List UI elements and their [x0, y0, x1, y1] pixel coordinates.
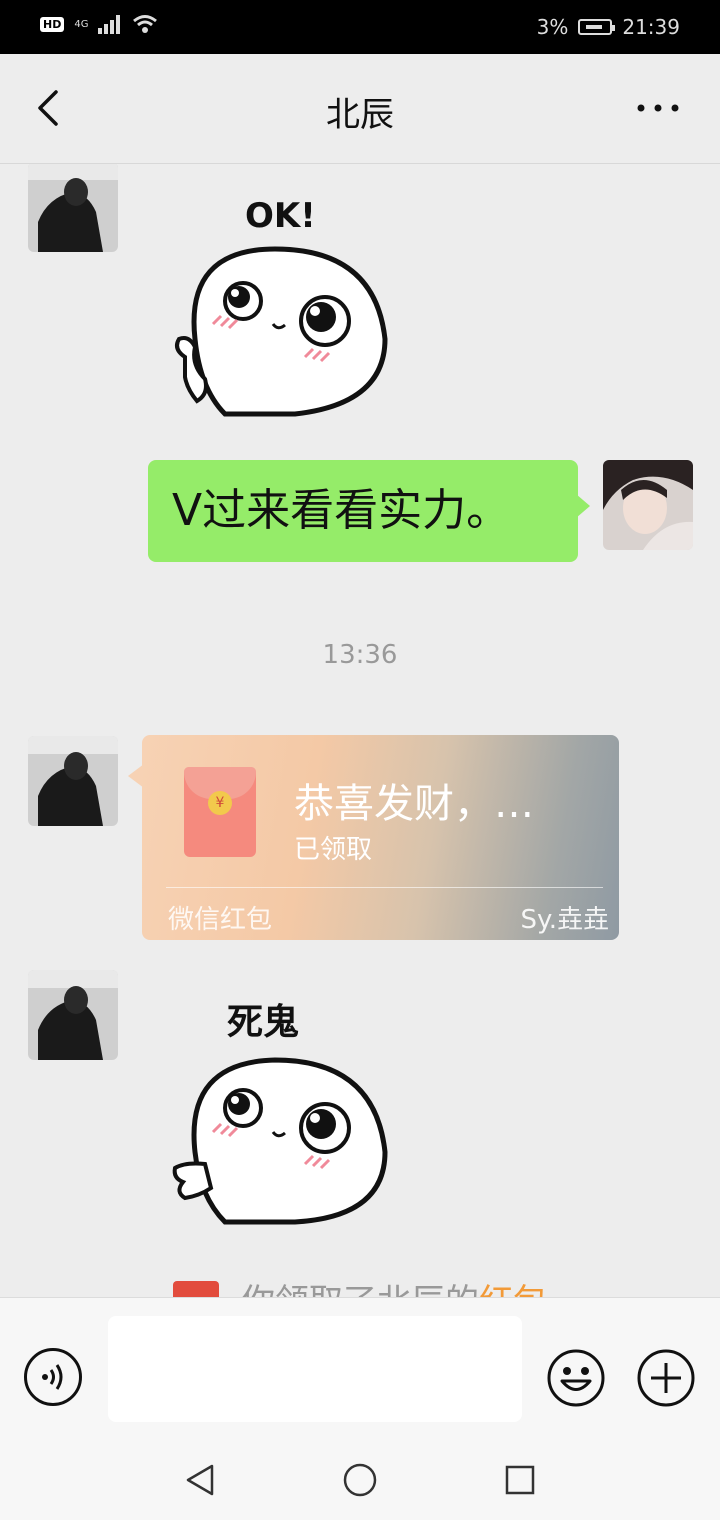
battery-icon — [578, 19, 616, 35]
nav-back-icon[interactable] — [180, 1460, 220, 1500]
sticker-caption: OK! — [245, 196, 316, 236]
avatar-other[interactable] — [28, 970, 118, 1060]
page-title: 北辰 — [326, 95, 394, 135]
notice-prefix: 你领取了北辰的 — [241, 1282, 479, 1297]
message-text: V过来看看实力。 — [172, 485, 511, 536]
timestamp: 13:36 — [322, 640, 398, 670]
red-envelope-icon — [173, 1280, 219, 1297]
battery-percent: 3% — [536, 15, 569, 39]
message-list[interactable]: OK! V过来看看实力。 13:36 ¥ 恭喜发财，… 已领取 微信红包 Sy.… — [0, 164, 720, 1297]
red-packet-card[interactable]: ¥ 恭喜发财，… 已领取 微信红包 Sy.垚垚 — [142, 735, 619, 940]
hd-badge: HD — [40, 16, 65, 32]
sticker-sigui[interactable]: 死鬼 — [165, 992, 405, 1227]
status-bar: HD 4G 3% 21:39 — [0, 0, 720, 54]
message-input[interactable] — [108, 1316, 522, 1422]
sticker-caption: 死鬼 — [227, 1002, 299, 1043]
nav-recent-icon[interactable] — [500, 1460, 540, 1500]
message-bubble-me[interactable]: V过来看看实力。 — [148, 460, 590, 562]
sticker-ok[interactable]: OK! — [165, 189, 405, 419]
chat-header: 北辰 — [0, 54, 720, 164]
red-packet-title: 恭喜发财，… — [294, 781, 534, 827]
avatar-other[interactable] — [28, 164, 118, 252]
input-bar — [0, 1297, 720, 1441]
notice-highlight[interactable]: 红包 — [479, 1282, 547, 1297]
red-packet-signature: Sy.垚垚 — [520, 905, 609, 935]
more-dots-icon[interactable] — [636, 98, 680, 118]
signal-icon — [98, 15, 121, 34]
red-packet-label: 微信红包 — [168, 905, 273, 935]
wifi-icon — [133, 15, 158, 33]
system-nav-bar — [0, 1440, 720, 1520]
nav-home-icon[interactable] — [340, 1460, 380, 1500]
red-envelope-icon: ¥ — [184, 767, 256, 857]
avatar-me[interactable] — [603, 460, 693, 550]
red-packet-status: 已领取 — [294, 835, 373, 865]
divider — [166, 887, 603, 888]
clock: 21:39 — [622, 15, 680, 39]
plus-icon[interactable] — [636, 1348, 696, 1408]
status-left: HD 4G — [40, 14, 158, 34]
network-label: 4G — [74, 18, 89, 30]
avatar-other[interactable] — [28, 736, 118, 826]
voice-icon[interactable] — [24, 1348, 82, 1406]
status-right: 3% 21:39 — [537, 15, 680, 39]
system-notice: 你领取了北辰的红包 — [0, 1274, 720, 1297]
emoji-icon[interactable] — [546, 1348, 606, 1408]
